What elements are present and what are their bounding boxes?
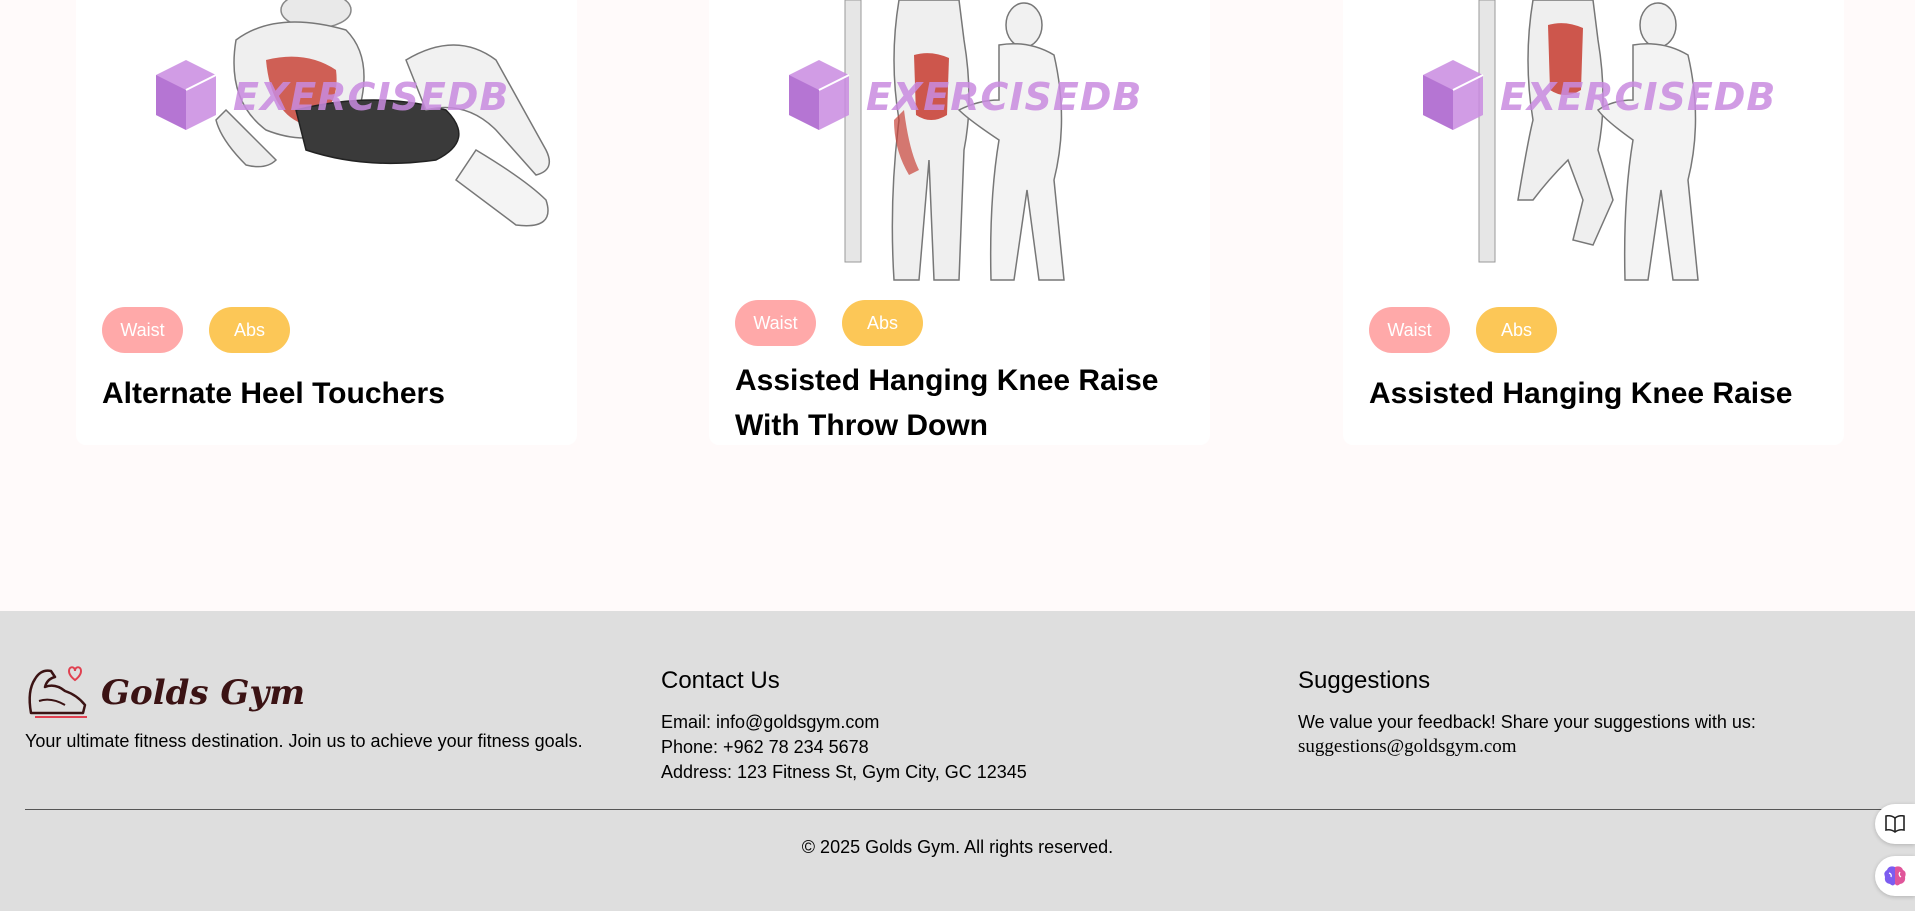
book-icon <box>1885 815 1905 833</box>
exercise-card[interactable]: EXERCISEDB Waist Abs Assisted Hanging Kn… <box>709 0 1210 445</box>
card-body: Waist Abs Assisted Hanging Knee Raise Wi… <box>709 298 1210 445</box>
watermark-text: EXERCISEDB <box>866 75 1143 119</box>
exercise-image: EXERCISEDB <box>709 0 1210 298</box>
exercise-illustration-icon <box>844 0 1065 281</box>
suggestions-email[interactable]: suggestions@goldsgym.com <box>1298 736 1517 758</box>
cube-logo-icon <box>1423 60 1484 130</box>
contact-phone[interactable]: Phone: +962 78 234 5678 <box>661 737 869 758</box>
exercise-card-grid: EXERCISEDB Waist Abs Alternate Heel Touc… <box>0 0 1915 611</box>
ai-assistant-button[interactable] <box>1875 856 1915 896</box>
tag-abs[interactable]: Abs <box>1476 307 1557 353</box>
watermark: EXERCISEDB <box>784 55 1144 135</box>
cube-logo-icon <box>789 60 850 130</box>
exercise-illustration-icon <box>215 0 551 227</box>
exercise-image: EXERCISEDB <box>76 0 577 298</box>
footer-tagline: Your ultimate fitness destination. Join … <box>25 731 583 751</box>
copyright-text: © 2025 Golds Gym. All rights reserved. <box>801 837 1114 857</box>
card-title: Alternate Heel Touchers <box>102 377 445 410</box>
card-title: Assisted Hanging Knee Raise With Throw D… <box>735 364 1159 442</box>
watermark-text: EXERCISEDB <box>233 75 510 119</box>
exercise-card[interactable]: EXERCISEDB Waist Abs Alternate Heel Touc… <box>76 0 577 445</box>
cube-logo-icon <box>156 60 217 130</box>
tag-waist[interactable]: Waist <box>735 300 816 346</box>
site-footer: Golds Gym Your ultimate fitness destinat… <box>0 611 1915 911</box>
card-body: Waist Abs Assisted Hanging Knee Raise <box>1343 298 1844 445</box>
watermark: EXERCISEDB <box>1418 55 1778 135</box>
watermark: EXERCISEDB <box>151 55 511 135</box>
footer-divider <box>25 809 1915 810</box>
brand-name: Golds Gym <box>101 673 306 713</box>
card-title: Assisted Hanging Knee Raise <box>1369 377 1793 410</box>
suggestions-heading: Suggestions <box>1298 667 1431 694</box>
flexed-arm-heart-icon <box>28 666 87 718</box>
tag-abs[interactable]: Abs <box>842 300 923 346</box>
contact-heading: Contact Us <box>661 667 780 694</box>
card-body: Waist Abs Alternate Heel Touchers <box>76 298 577 445</box>
contact-email[interactable]: Email: info@goldsgym.com <box>661 712 879 733</box>
exercise-image: EXERCISEDB <box>1343 0 1844 298</box>
watermark-text: EXERCISEDB <box>1500 75 1777 119</box>
tag-abs[interactable]: Abs <box>209 307 290 353</box>
tag-waist[interactable]: Waist <box>1369 307 1450 353</box>
suggestions-text: We value your feedback! Share your sugge… <box>1298 712 1756 732</box>
reader-mode-button[interactable] <box>1875 804 1915 844</box>
contact-address: Address: 123 Fitness St, Gym City, GC 12… <box>661 762 1027 782</box>
footer-logo[interactable]: Golds Gym <box>25 661 305 721</box>
exercise-illustration-icon <box>1478 0 1699 281</box>
tag-waist[interactable]: Waist <box>102 307 183 353</box>
brain-icon <box>1884 866 1906 886</box>
exercise-card[interactable]: EXERCISEDB Waist Abs Assisted Hanging Kn… <box>1343 0 1844 445</box>
